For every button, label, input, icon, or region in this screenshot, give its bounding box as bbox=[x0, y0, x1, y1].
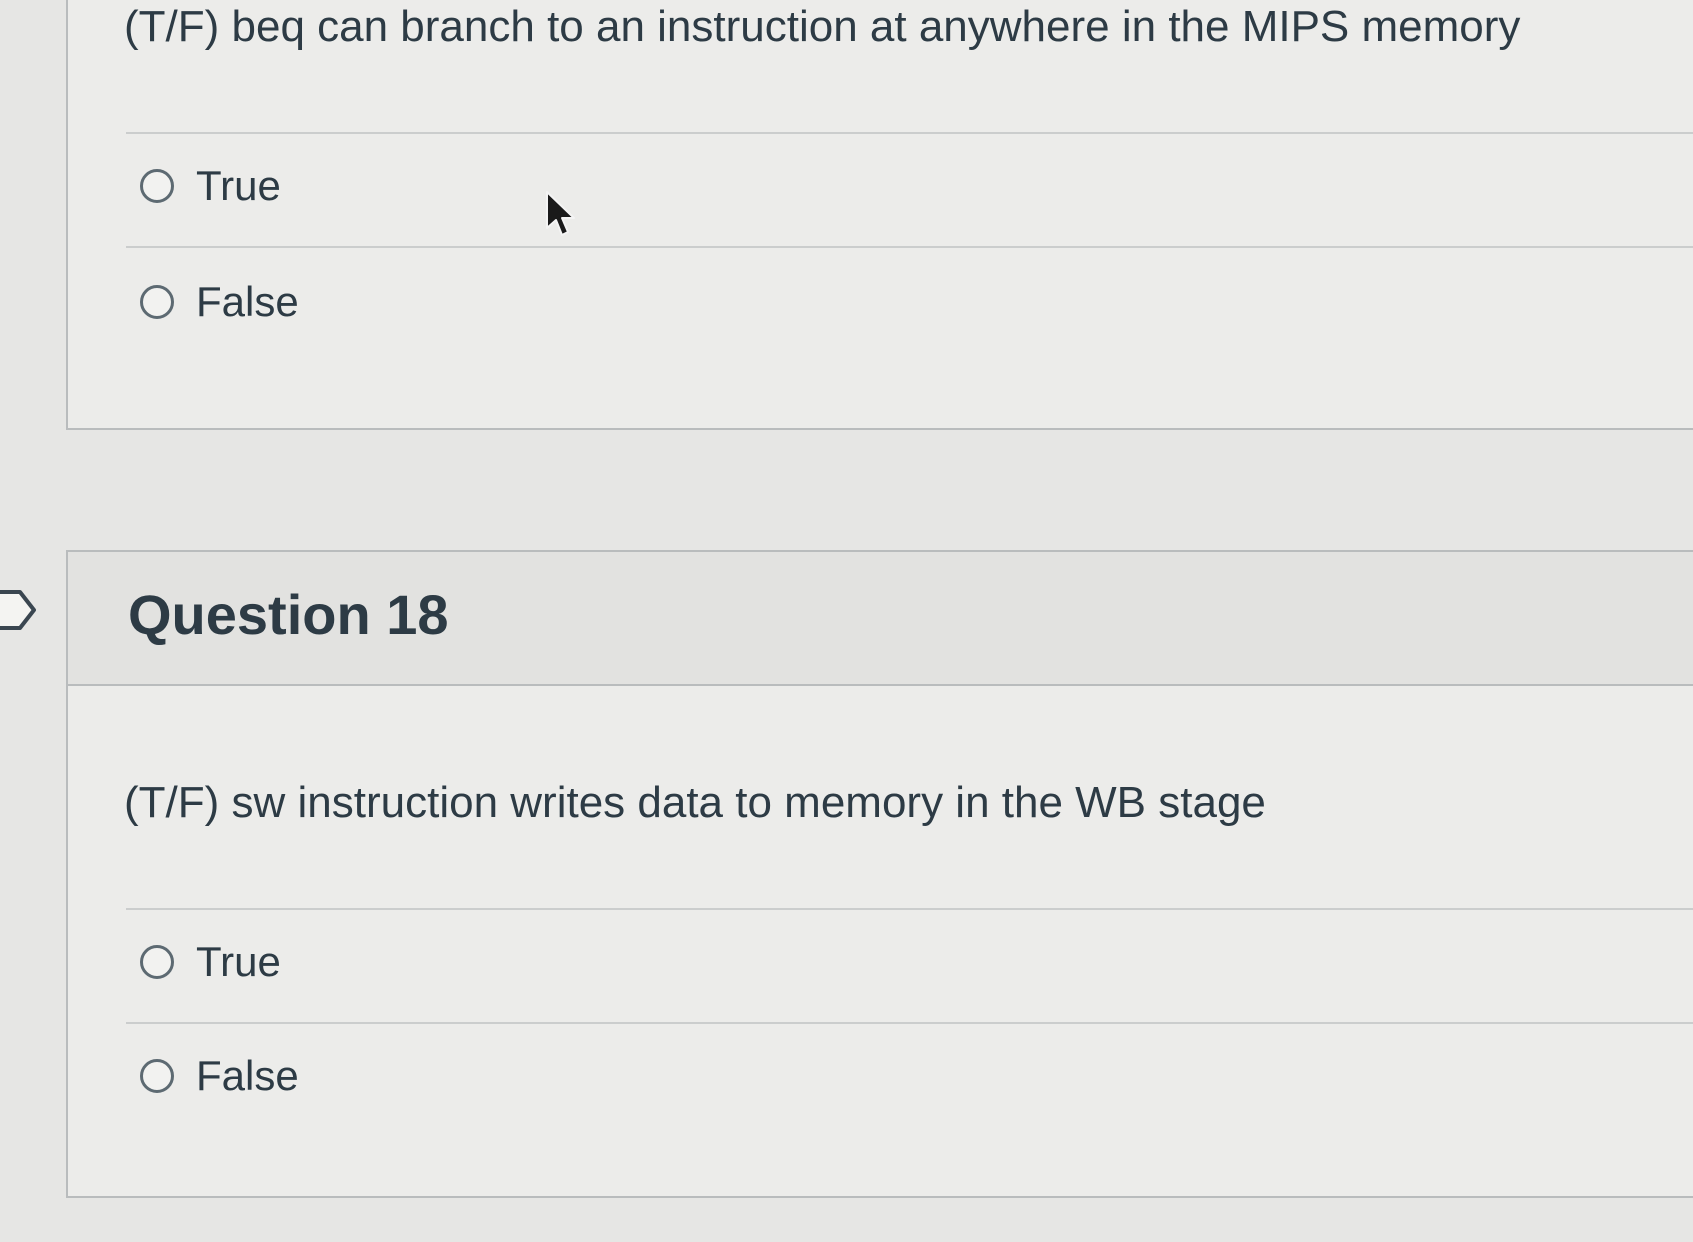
answer-label-false: False bbox=[196, 278, 299, 325]
question-text: (T/F) beq can branch to an instruction a… bbox=[124, 2, 1521, 51]
answer-option-false[interactable]: False bbox=[140, 1046, 299, 1106]
question-header: Question 18 bbox=[68, 552, 1693, 686]
question-text: (T/F) sw instruction writes data to memo… bbox=[124, 778, 1266, 827]
flag-question-icon[interactable] bbox=[0, 588, 42, 632]
answer-divider bbox=[126, 1022, 1693, 1024]
answer-divider bbox=[126, 246, 1693, 248]
answer-divider bbox=[126, 908, 1693, 910]
question-title: Question 18 bbox=[128, 583, 449, 646]
answer-divider bbox=[126, 132, 1693, 134]
answer-option-false[interactable]: False bbox=[140, 272, 299, 332]
answer-label-true: True bbox=[196, 162, 281, 209]
answer-option-true[interactable]: True bbox=[140, 156, 281, 216]
radio-button-true[interactable] bbox=[140, 945, 174, 979]
mouse-pointer-icon bbox=[546, 191, 575, 236]
answer-option-true[interactable]: True bbox=[140, 932, 281, 992]
answer-label-true: True bbox=[196, 938, 281, 985]
answer-label-false: False bbox=[196, 1052, 299, 1099]
previous-question-card: (T/F) beq can branch to an instruction a… bbox=[66, 0, 1693, 430]
radio-button-true[interactable] bbox=[140, 169, 174, 203]
question-18-card: Question 18 (T/F) sw instruction writes … bbox=[66, 550, 1693, 1198]
radio-button-false[interactable] bbox=[140, 285, 174, 319]
radio-button-false[interactable] bbox=[140, 1059, 174, 1093]
